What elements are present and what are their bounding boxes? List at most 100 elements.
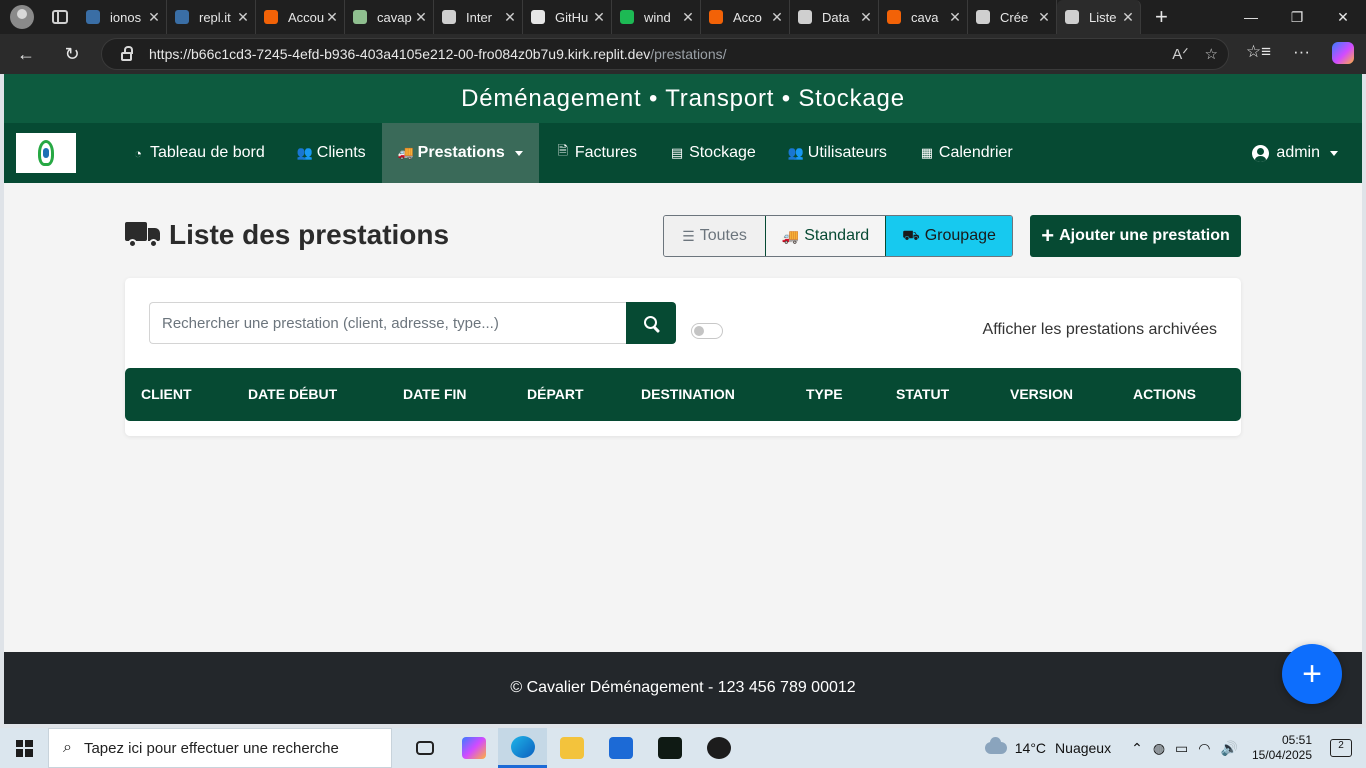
column-header[interactable]: TYPE: [806, 386, 843, 402]
network-icon[interactable]: ◍: [1153, 740, 1165, 757]
restore-button[interactable]: ❐: [1274, 0, 1320, 34]
tab-actions-icon[interactable]: [52, 10, 68, 24]
filter-standard-button[interactable]: 🚚 Standard: [765, 216, 886, 256]
column-header[interactable]: DATE DÉBUT: [248, 386, 337, 402]
add-prestation-label: Ajouter une prestation: [1059, 227, 1230, 244]
browser-tab[interactable]: cavap ✕: [345, 0, 434, 34]
close-tab-icon[interactable]: ✕: [148, 9, 160, 26]
search-input[interactable]: [149, 302, 626, 344]
close-tab-icon[interactable]: ✕: [1038, 9, 1050, 26]
browser-tab-strip: ionos ✕ repl.it ✕ Accou ✕ cavap ✕ Inter ✕ GitHu ✕ wi…: [0, 0, 1366, 34]
close-tab-icon[interactable]: ✕: [771, 9, 783, 26]
column-header[interactable]: DÉPART: [527, 386, 584, 402]
close-tab-icon[interactable]: ✕: [949, 9, 961, 26]
new-tab-button[interactable]: +: [1155, 4, 1168, 30]
user-name: admin: [1276, 144, 1320, 161]
reload-button[interactable]: ↻: [52, 37, 92, 71]
column-header[interactable]: VERSION: [1010, 386, 1073, 402]
globe-icon: [442, 10, 456, 24]
close-tab-icon[interactable]: ✕: [593, 9, 605, 26]
search-button[interactable]: [626, 302, 676, 344]
archive-toggle[interactable]: [691, 323, 723, 339]
column-header[interactable]: ACTIONS: [1133, 386, 1196, 402]
browser-tab[interactable]: Crée ✕: [968, 0, 1057, 34]
more-menu-icon[interactable]: ···: [1293, 42, 1310, 64]
close-tab-icon[interactable]: ✕: [860, 9, 872, 26]
browser-tab[interactable]: Liste ✕: [1057, 0, 1141, 34]
filter-groupage-button[interactable]: ⛟ Groupage: [886, 216, 1012, 256]
chevron-up-icon[interactable]: ⌃: [1131, 740, 1143, 757]
start-button[interactable]: [0, 728, 48, 768]
globe-icon: [798, 10, 812, 24]
browser-tab[interactable]: ionos ✕: [78, 0, 167, 34]
nav-item-prestations[interactable]: 🚚 Prestations: [381, 123, 539, 183]
nav-item-tableau-de-bord[interactable]: ◔ Tableau de bord: [114, 123, 281, 183]
nav-item-factures[interactable]: 🗎 Factures: [539, 123, 653, 183]
add-prestation-button[interactable]: + Ajouter une prestation: [1030, 215, 1241, 257]
url-field[interactable]: https://b66c1cd3-7245-4efd-b936-403a4105…: [101, 38, 1229, 70]
profile-avatar[interactable]: [10, 5, 34, 29]
wifi-icon[interactable]: ◠: [1198, 740, 1210, 757]
close-tab-icon[interactable]: ✕: [1122, 9, 1134, 26]
mail-icon[interactable]: [596, 728, 645, 768]
user-menu[interactable]: admin: [1252, 123, 1338, 183]
copilot-taskbar-icon[interactable]: [449, 728, 498, 768]
read-aloud-icon[interactable]: Aᐟ: [1172, 45, 1188, 63]
page-footer: © Cavalier Déménagement - 123 456 789 00…: [4, 652, 1362, 724]
browser-tab[interactable]: cava ✕: [879, 0, 968, 34]
browser-tab[interactable]: repl.it ✕: [167, 0, 256, 34]
filter-groupage-label: Groupage: [924, 227, 996, 244]
plus-icon: +: [1041, 223, 1055, 248]
main-navbar: ◔ Tableau de bord 👥 Clients 🚚 Prestations 🗎 Fac…: [4, 123, 1362, 183]
battery-icon[interactable]: ▭: [1175, 740, 1188, 757]
favorite-star-icon[interactable]: ☆: [1205, 45, 1218, 63]
weather-temp[interactable]: 14°C: [1015, 740, 1046, 756]
clock[interactable]: 05:51 15/04/2025: [1252, 733, 1312, 763]
nav-item-utilisateurs[interactable]: 👥 Utilisateurs: [772, 123, 903, 183]
prestation-type-filter: ☰ Toutes 🚚 Standard ⛟ Groupage: [663, 215, 1013, 257]
lock-icon[interactable]: [121, 45, 133, 61]
edge-icon[interactable]: [498, 728, 547, 768]
floating-add-button[interactable]: +: [1282, 644, 1342, 704]
search-icon: [175, 10, 189, 24]
replit-icon: [264, 10, 278, 24]
browser-tab-label: Acco: [733, 9, 762, 25]
browser-tab[interactable]: wind ✕: [612, 0, 701, 34]
copilot-icon[interactable]: [1332, 42, 1354, 64]
browser-tab[interactable]: Data ✕: [790, 0, 879, 34]
windsurf-app-icon[interactable]: [645, 728, 694, 768]
taskbar-search[interactable]: ⌕ Tapez ici pour effectuer une recherche: [48, 728, 392, 768]
filter-all-button[interactable]: ☰ Toutes: [664, 216, 765, 256]
app-icon: [353, 10, 367, 24]
minimize-button[interactable]: —: [1228, 0, 1274, 34]
browser-tab[interactable]: GitHu ✕: [523, 0, 612, 34]
nav-item-clients[interactable]: 👥 Clients: [281, 123, 382, 183]
close-tab-icon[interactable]: ✕: [237, 9, 249, 26]
replit-app-icon[interactable]: [694, 728, 743, 768]
close-window-button[interactable]: ✕: [1320, 0, 1366, 34]
close-tab-icon[interactable]: ✕: [682, 9, 694, 26]
file-explorer-icon[interactable]: [547, 728, 596, 768]
browser-tab[interactable]: Accou ✕: [256, 0, 345, 34]
column-header[interactable]: STATUT: [896, 386, 949, 402]
nav-item-stockage[interactable]: ▤ Stockage: [653, 123, 772, 183]
column-header[interactable]: CLIENT: [141, 386, 192, 402]
browser-tab[interactable]: Inter ✕: [434, 0, 523, 34]
close-tab-icon[interactable]: ✕: [504, 9, 516, 26]
back-button[interactable]: ←: [6, 37, 46, 71]
nav-item-calendrier[interactable]: ▦ Calendrier: [903, 123, 1029, 183]
clock-date: 15/04/2025: [1251, 748, 1312, 762]
column-header[interactable]: DATE FIN: [403, 386, 467, 402]
close-tab-icon[interactable]: ✕: [415, 9, 427, 26]
close-tab-icon[interactable]: ✕: [326, 9, 338, 26]
notifications-icon[interactable]: 2: [1330, 739, 1352, 757]
browser-tab[interactable]: Acco ✕: [701, 0, 790, 34]
company-logo[interactable]: [16, 133, 76, 173]
column-header[interactable]: DESTINATION: [641, 386, 735, 402]
weather-text[interactable]: Nuageux: [1055, 740, 1111, 756]
volume-icon[interactable]: 🔊: [1221, 740, 1238, 757]
task-view-icon[interactable]: [400, 728, 449, 768]
fab-plus-icon: +: [1302, 654, 1322, 693]
windsurf-icon: [620, 10, 634, 24]
favorites-icon[interactable]: ☆≡: [1246, 42, 1271, 64]
